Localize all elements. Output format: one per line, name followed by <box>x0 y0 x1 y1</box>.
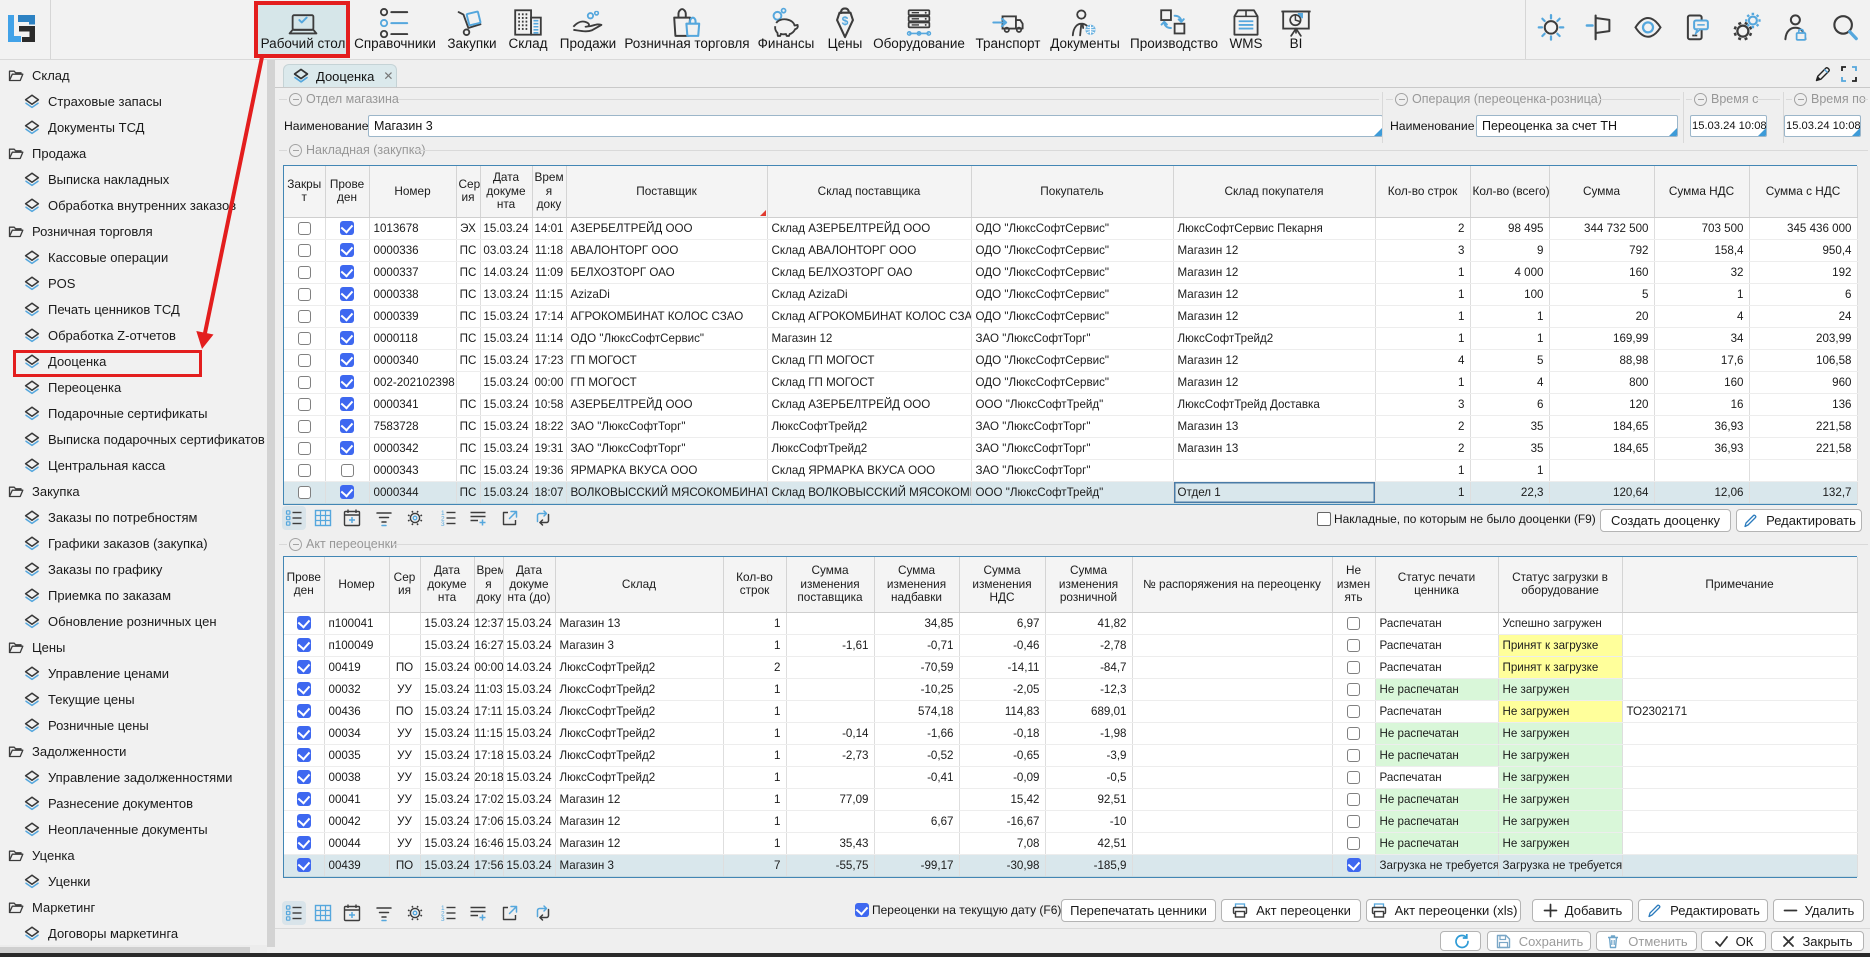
svg-text:3: 3 <box>441 916 445 923</box>
svg-text:3: 3 <box>441 521 445 528</box>
